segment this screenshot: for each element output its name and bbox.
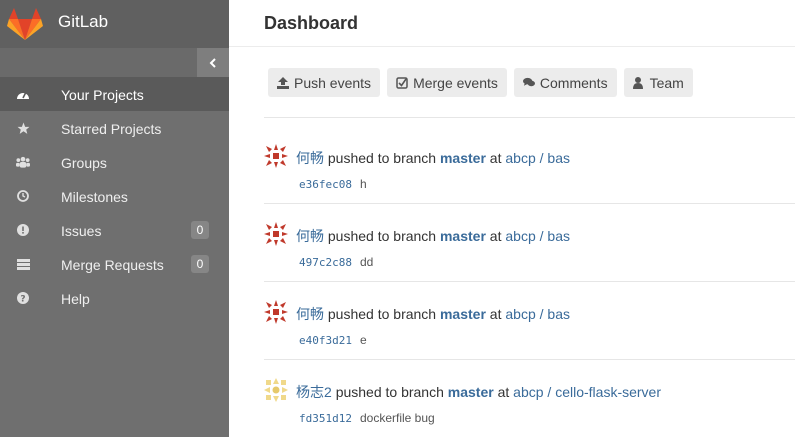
collapse-sidebar-button[interactable] — [197, 48, 229, 77]
commit-message: dockerfile bug — [359, 411, 435, 425]
event-author-link[interactable]: 何畅 — [296, 306, 324, 322]
sidebar-item-label: Milestones — [61, 189, 128, 205]
collapse-strip — [0, 48, 229, 77]
event-summary: 何畅 pushed to branch master at abcp / bas — [296, 304, 570, 324]
sidebar-item-your-projects[interactable]: Your Projects — [0, 77, 229, 111]
users-icon — [16, 155, 30, 169]
event-action: pushed to branch — [327, 150, 437, 166]
event-at: at — [489, 306, 502, 322]
sidebar-item-label: Starred Projects — [61, 121, 162, 137]
event-project-link[interactable]: abcp / cello-flask-server — [513, 384, 661, 400]
event-action: pushed to branch — [327, 306, 437, 322]
commit-message: dd — [359, 255, 374, 269]
commit-message: h — [359, 177, 367, 191]
sidebar: GitLab Your Projects Starred Projects Gr… — [0, 0, 229, 437]
divider — [264, 117, 795, 118]
comments-filter-button[interactable]: Comments — [513, 68, 617, 97]
filter-label: Comments — [539, 74, 608, 91]
event-author-link[interactable]: 杨志2 — [296, 384, 332, 400]
sidebar-item-issues[interactable]: Issues 0 — [0, 213, 229, 247]
question-circle-icon: ? — [16, 291, 30, 305]
sidebar-item-help[interactable]: ? Help — [0, 281, 229, 315]
commit-sha-link[interactable]: e36fec08 — [299, 178, 352, 191]
filter-label: Merge events — [413, 74, 498, 91]
event-summary: 何畅 pushed to branch master at abcp / bas — [296, 226, 570, 246]
sidebar-item-label: Groups — [61, 155, 107, 171]
exclamation-circle-icon — [16, 223, 30, 237]
event-branch-link[interactable]: master — [440, 306, 486, 322]
event-item: 何畅 pushed to branch master at abcp / bas… — [264, 126, 795, 204]
avatar[interactable] — [264, 300, 288, 324]
event-filters: Push events Merge events Comments Team — [268, 68, 693, 97]
filter-label: Push events — [294, 74, 372, 91]
event-summary: 何畅 pushed to branch master at abcp / bas — [296, 148, 570, 168]
event-item: 何畅 pushed to branch master at abcp / bas… — [264, 204, 795, 282]
event-summary: 杨志2 pushed to branch master at abcp / ce… — [296, 382, 661, 402]
svg-text:?: ? — [20, 295, 25, 305]
sidebar-item-milestones[interactable]: Milestones — [0, 179, 229, 213]
event-item: 杨志2 pushed to branch master at abcp / ce… — [264, 360, 795, 438]
gitlab-logo-icon[interactable] — [6, 6, 44, 42]
filter-label: Team — [649, 74, 684, 91]
event-branch-link[interactable]: master — [440, 228, 486, 244]
sidebar-item-starred-projects[interactable]: Starred Projects — [0, 111, 229, 145]
sidebar-nav: Your Projects Starred Projects Groups Mi… — [0, 77, 229, 315]
commit-sha-link[interactable]: fd351d12 — [299, 412, 352, 425]
avatar[interactable] — [264, 222, 288, 246]
event-author-link[interactable]: 何畅 — [296, 150, 324, 166]
comments-icon — [522, 77, 535, 89]
upload-icon — [277, 76, 289, 89]
event-branch-link[interactable]: master — [448, 384, 494, 400]
page-title: Dashboard — [264, 13, 359, 33]
commit-line: e40f3d21 e — [299, 333, 367, 347]
sidebar-item-merge-requests[interactable]: Merge Requests 0 — [0, 247, 229, 281]
commit-message: e — [359, 333, 367, 347]
divider — [229, 46, 795, 47]
chevron-left-icon — [209, 57, 216, 68]
dashboard-icon — [16, 87, 30, 101]
sidebar-item-groups[interactable]: Groups — [0, 145, 229, 179]
merge-requests-count-badge: 0 — [191, 255, 209, 273]
event-action: pushed to branch — [335, 384, 444, 400]
commit-line: fd351d12 dockerfile bug — [299, 411, 435, 425]
event-at: at — [489, 228, 502, 244]
commit-line: 497c2c88 dd — [299, 255, 373, 269]
event-author-link[interactable]: 何畅 — [296, 228, 324, 244]
main-content: Dashboard Push events Merge events Comme… — [229, 0, 795, 437]
sidebar-item-label: Issues — [61, 223, 102, 239]
list-icon — [16, 257, 30, 271]
avatar[interactable] — [264, 144, 288, 168]
event-project-link[interactable]: abcp / bas — [505, 228, 570, 244]
avatar[interactable] — [264, 378, 288, 402]
push-events-filter-button[interactable]: Push events — [268, 68, 381, 97]
user-icon — [632, 76, 645, 89]
issues-count-badge: 0 — [191, 221, 209, 239]
event-project-link[interactable]: abcp / bas — [505, 306, 570, 322]
commit-sha-link[interactable]: 497c2c88 — [299, 256, 352, 269]
commit-sha-link[interactable]: e40f3d21 — [299, 334, 352, 347]
sidebar-item-label: Merge Requests — [61, 257, 164, 273]
event-branch-link[interactable]: master — [440, 150, 486, 166]
event-project-link[interactable]: abcp / bas — [505, 150, 570, 166]
event-at: at — [497, 384, 510, 400]
sidebar-item-label: Help — [61, 291, 90, 307]
commit-line: e36fec08 h — [299, 177, 367, 191]
brand-name[interactable]: GitLab — [58, 12, 108, 32]
brand-header[interactable]: GitLab — [0, 0, 229, 48]
event-at: at — [489, 150, 502, 166]
team-filter-button[interactable]: Team — [623, 68, 693, 97]
merge-events-filter-button[interactable]: Merge events — [387, 68, 507, 97]
event-item: 何畅 pushed to branch master at abcp / bas… — [264, 282, 795, 360]
check-square-icon — [396, 76, 408, 89]
clock-icon — [16, 189, 30, 203]
sidebar-item-label: Your Projects — [61, 87, 144, 103]
event-action: pushed to branch — [327, 228, 437, 244]
star-icon — [16, 121, 30, 135]
